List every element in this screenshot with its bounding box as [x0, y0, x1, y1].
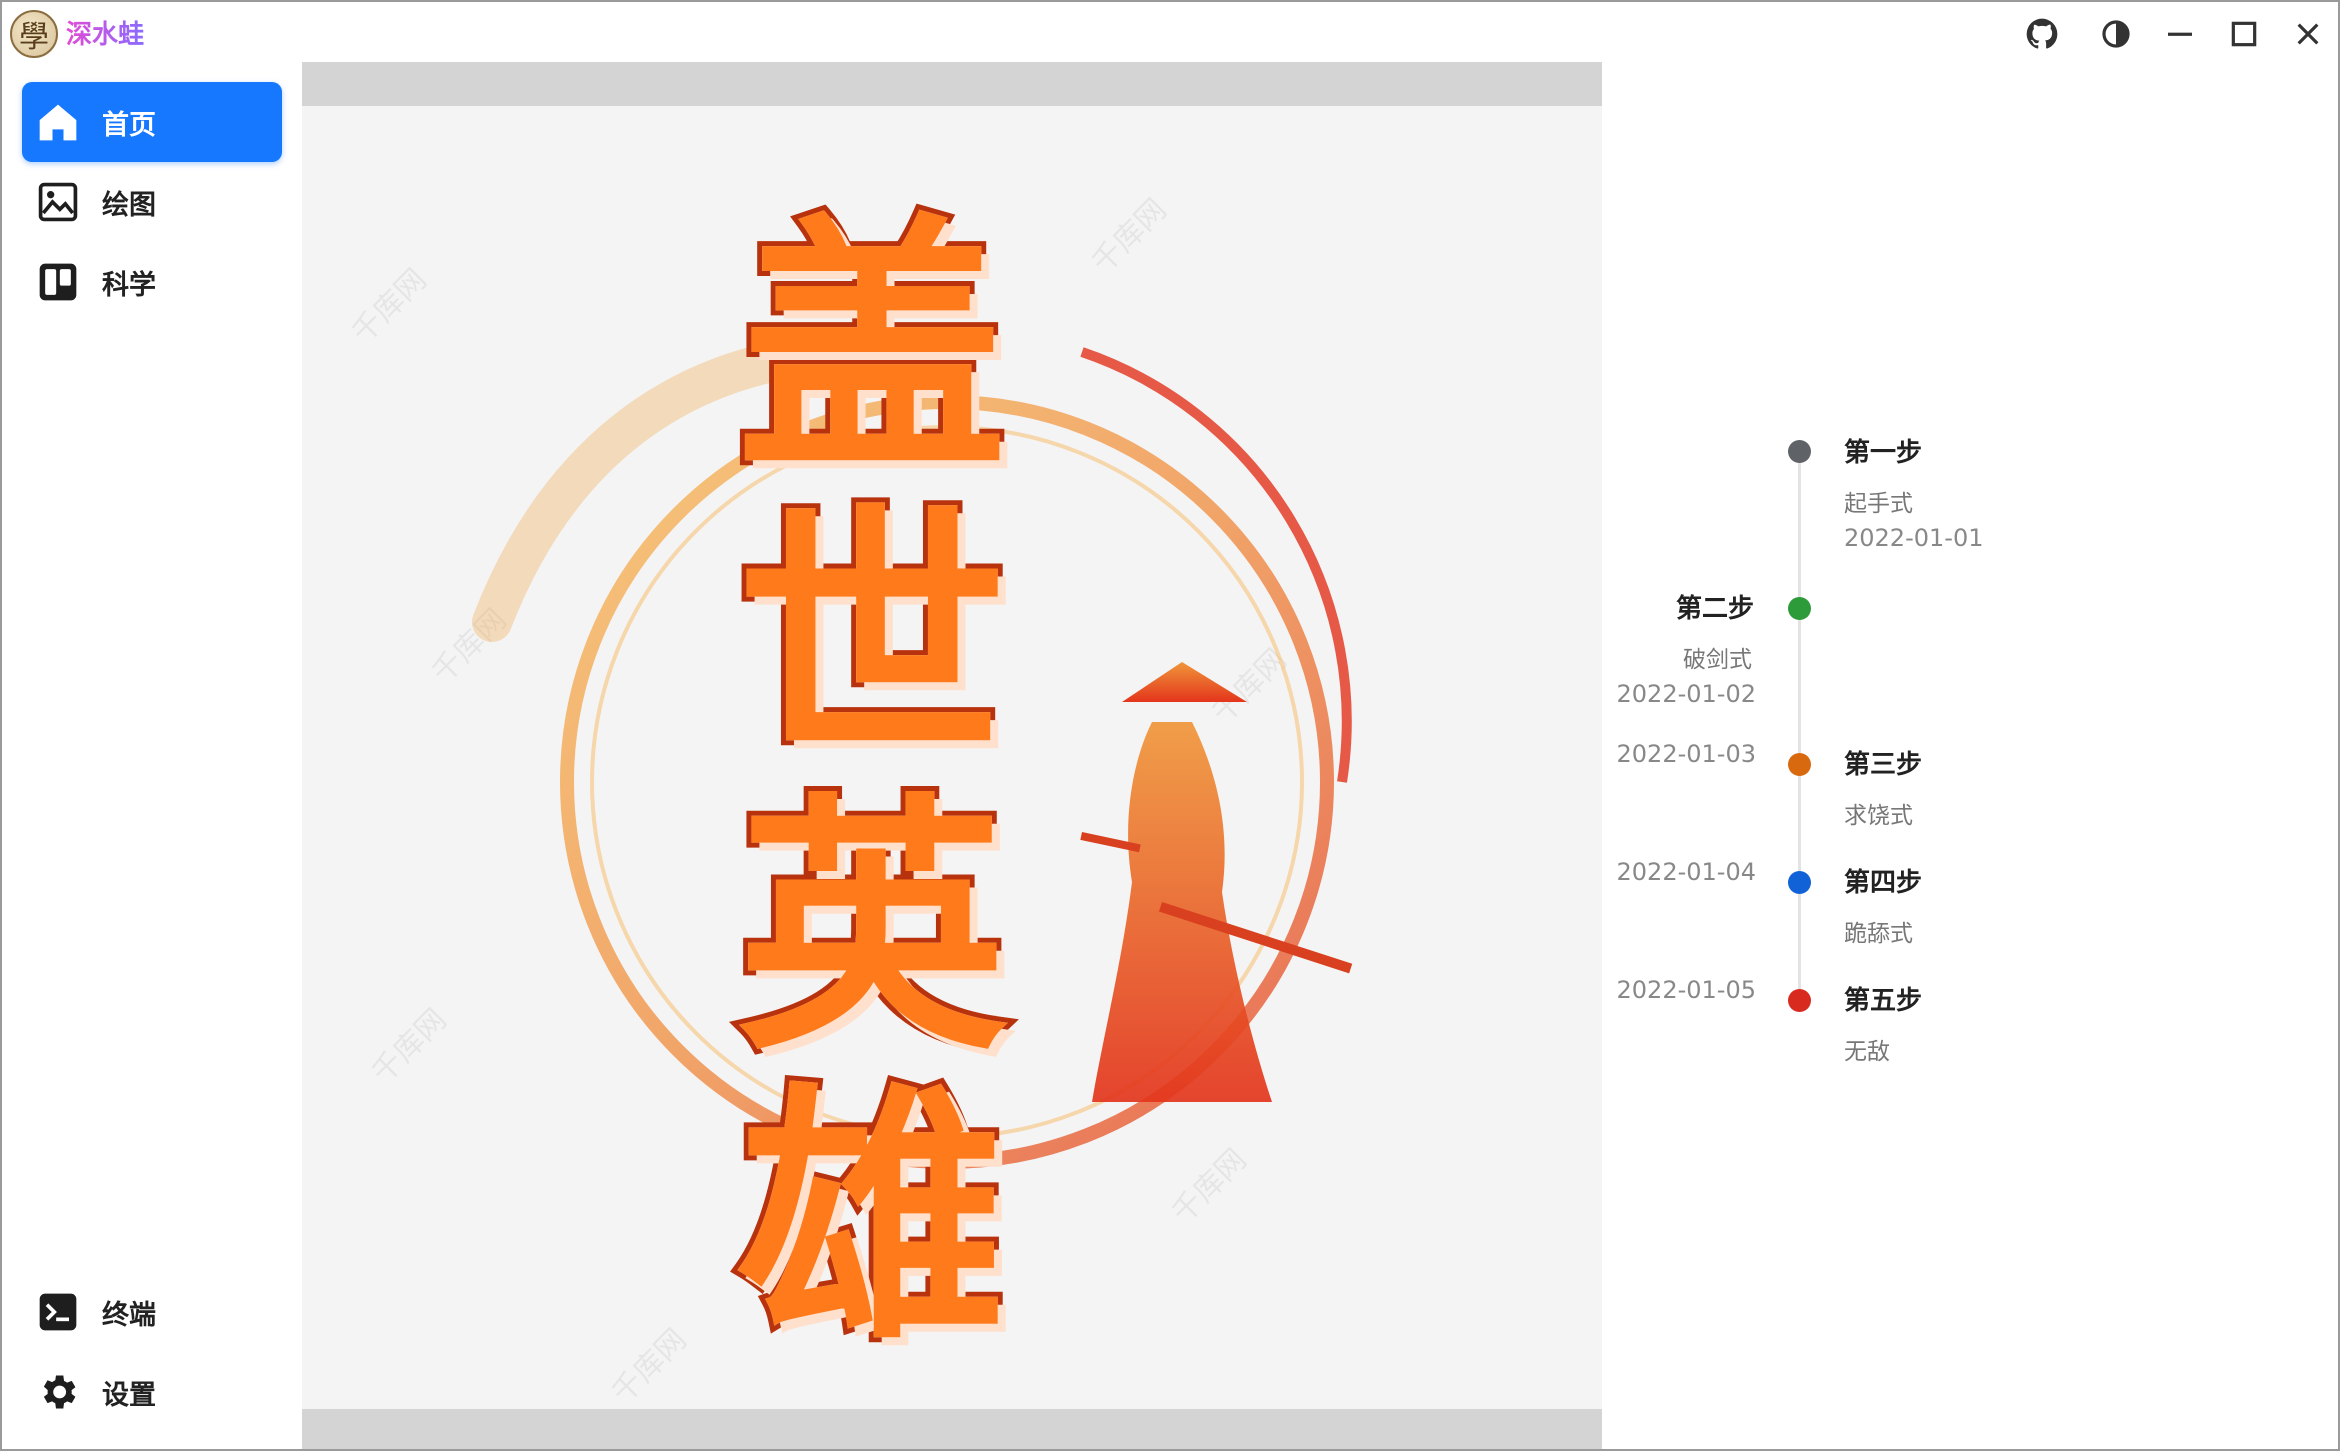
- github-button[interactable]: [2020, 12, 2064, 56]
- poster-title-char: 雄: [732, 1058, 1012, 1376]
- terminal-icon: [36, 1290, 80, 1334]
- step-title: 第三步: [1844, 750, 1923, 780]
- step-subtitle: 求饶式: [1844, 803, 1913, 829]
- timeline-dot: [1788, 753, 1811, 776]
- sidebar-item-label: 设置: [102, 1379, 156, 1411]
- step-title: 第二步: [1675, 594, 1754, 624]
- step-date: 2022-01-04: [1616, 858, 1756, 886]
- banner-image: 千库网 千库网 千库网 千库网 千库网 千库网 千库网 盖 世 英 雄: [302, 62, 1602, 1449]
- minimize-icon: [2168, 32, 2192, 36]
- maximize-button[interactable]: [2222, 12, 2266, 56]
- maximize-icon: [2231, 21, 2257, 47]
- step-subtitle: 无敌: [1844, 1039, 1890, 1065]
- step-subtitle: 起手式: [1844, 491, 1913, 517]
- timeline-connector: [1798, 893, 1801, 989]
- sidebar-item-science[interactable]: 科学: [22, 242, 282, 322]
- step-date: 2022-01-02: [1616, 680, 1756, 708]
- sidebar: 首页 绘图 科学 终端 设置: [2, 62, 300, 1449]
- poster-title-char: 盖: [732, 188, 1012, 506]
- timeline-connector: [1798, 462, 1801, 598]
- sidebar-item-label: 终端: [102, 1299, 156, 1331]
- poster-title: 盖 世 英 雄: [732, 197, 1012, 1367]
- board-icon: [36, 260, 80, 304]
- image-icon: [36, 180, 80, 224]
- sidebar-item-home[interactable]: 首页: [22, 82, 282, 162]
- step-subtitle: 破剑式: [1683, 647, 1752, 673]
- close-icon: [2297, 23, 2319, 45]
- sidebar-item-drawing[interactable]: 绘图: [22, 162, 282, 242]
- step-date: 2022-01-01: [1844, 524, 1984, 552]
- timeline-dot: [1788, 989, 1811, 1012]
- step-title: 第五步: [1844, 986, 1923, 1016]
- step-title: 第一步: [1844, 438, 1923, 468]
- timeline-connector: [1798, 775, 1801, 871]
- settings-gear-icon: [36, 1370, 80, 1414]
- title-bar: 學 深水蛙: [2, 2, 2338, 62]
- github-icon: [2026, 18, 2058, 49]
- step-date: 2022-01-05: [1616, 976, 1756, 1004]
- timeline-connector: [1798, 618, 1801, 753]
- timeline-dot: [1788, 597, 1811, 620]
- timeline-dot: [1788, 440, 1811, 463]
- step-subtitle: 跪舔式: [1844, 921, 1913, 947]
- app-name: 深水蛙: [66, 14, 144, 51]
- poster-title-char: 世: [732, 478, 1012, 796]
- sidebar-item-terminal[interactable]: 终端: [22, 1272, 282, 1352]
- theme-toggle-icon: [2102, 20, 2130, 48]
- home-icon: [36, 100, 80, 144]
- timeline: 第一步 起手式 2022-01-01 第二步 破剑式 2022-01-02 20…: [1602, 62, 2338, 1449]
- sidebar-item-label: 首页: [102, 109, 156, 141]
- app-window: 學 深水蛙 首页 绘图 科学 终端 设置 千库网 千库网 千库网 千库网 千库网…: [0, 0, 2340, 1451]
- close-button[interactable]: [2286, 12, 2330, 56]
- step-title: 第四步: [1844, 868, 1923, 898]
- poster-title-char: 英: [732, 768, 1012, 1086]
- sidebar-item-settings[interactable]: 设置: [22, 1352, 282, 1432]
- step-date: 2022-01-03: [1616, 740, 1756, 768]
- sidebar-item-label: 科学: [102, 269, 156, 301]
- theme-toggle-button[interactable]: [2094, 12, 2138, 56]
- minimize-button[interactable]: [2158, 12, 2202, 56]
- sidebar-item-label: 绘图: [102, 189, 156, 221]
- app-logo: 學: [10, 10, 58, 58]
- timeline-dot: [1788, 871, 1811, 894]
